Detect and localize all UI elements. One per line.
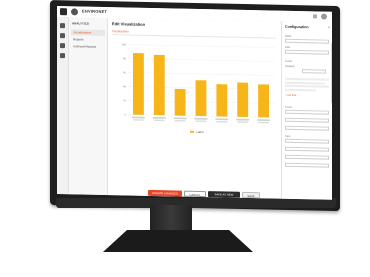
x-tick-label [215, 118, 229, 121]
bar-chart: 0 20 40 60 80 100 Label [116, 38, 278, 139]
x-tick-label-line2 [174, 119, 186, 122]
x-tick-label-line2 [195, 120, 207, 123]
bar[interactable] [216, 84, 228, 117]
bar[interactable] [133, 52, 144, 115]
y-axis-field[interactable] [285, 109, 329, 115]
bar[interactable] [258, 84, 269, 118]
home-icon[interactable] [60, 23, 65, 29]
configuration-panel: Configuration × Name Date X-Axis Categor… [281, 21, 332, 200]
y-tick-label: 0 [125, 112, 127, 116]
legend-label: Label [196, 129, 204, 135]
type-field[interactable] [285, 138, 329, 144]
x-tick-label [173, 117, 187, 120]
tab-visualization[interactable]: Visualization [112, 28, 129, 34]
bar[interactable] [153, 54, 165, 116]
category-field[interactable] [302, 69, 326, 74]
x-tick-label [236, 118, 250, 121]
save-as-new-button[interactable]: SAVE AS NEW [208, 191, 240, 198]
x-tick-label-line2 [153, 119, 165, 122]
field-label-name: Name [285, 34, 292, 38]
x-tick-label [152, 117, 166, 119]
bar[interactable] [174, 88, 186, 116]
config-title: Configuration [285, 24, 309, 30]
notifications-icon[interactable] [313, 14, 317, 19]
x-tick-label-line2 [237, 121, 249, 123]
type-field-2[interactable] [285, 146, 329, 152]
nav-item-archived-reports[interactable]: Archived Reports [71, 43, 105, 50]
user-icon[interactable] [60, 43, 65, 49]
settings-icon[interactable] [60, 53, 65, 59]
field-label-category: Category [285, 64, 295, 68]
tab-bar: Visualization [112, 28, 276, 39]
field-label-date: Date [285, 45, 291, 49]
y-axis-field-2[interactable] [285, 117, 329, 123]
monitor-screen: ENVIRONET ANALYTICS Visualizations Repor… [57, 6, 332, 200]
name-field[interactable] [285, 38, 329, 44]
main-panel: Edit Visualization Visualization 0 20 40 60… [108, 18, 280, 199]
extra-field[interactable] [285, 162, 329, 168]
x-tick-label [132, 116, 145, 119]
analytics-icon[interactable] [60, 33, 65, 39]
monitor-stand-base [103, 230, 253, 252]
type-field-3[interactable] [285, 154, 329, 160]
chart-legend: Label [116, 128, 278, 135]
gridline [128, 72, 274, 76]
legend-swatch [190, 130, 195, 134]
gridline [128, 58, 274, 62]
app-logo-icon [60, 8, 67, 16]
page-title: Edit Visualization [112, 21, 146, 27]
nav-item-reports[interactable]: Reports [71, 36, 105, 43]
y-tick-label: 80 [123, 56, 126, 60]
field-label-y-axis: Y-Axis [285, 105, 292, 109]
y-tick-label: 20 [123, 98, 126, 102]
y-tick-label: 40 [123, 84, 126, 88]
nav-header: ANALYTICS [72, 21, 89, 26]
config-description [285, 77, 329, 91]
cancel-button[interactable]: CANCEL [184, 190, 206, 198]
brand-icon [71, 8, 78, 16]
y-tick-label: 100 [122, 42, 127, 46]
app-brand: ENVIRONET [82, 8, 108, 15]
add-field-link[interactable]: + Add field [285, 94, 296, 97]
update-changes-button[interactable]: UPDATE CHANGES [148, 189, 182, 197]
y-axis-field-3[interactable] [285, 125, 329, 131]
x-tick-label-line2 [133, 119, 144, 121]
date-field[interactable] [285, 49, 329, 55]
config-scrollbar[interactable] [330, 42, 332, 103]
close-icon[interactable]: × [328, 25, 330, 30]
chart-plot: 0 20 40 60 80 100 [122, 42, 274, 124]
section-nav: ANALYTICS Visualizations Reports Archive… [69, 17, 108, 196]
save-button[interactable]: SAVE [242, 191, 260, 199]
x-tick-label [257, 119, 270, 122]
field-label-x-axis: X-Axis [285, 59, 292, 63]
monitor-bottom-edge [56, 198, 336, 208]
y-tick-label: 60 [123, 70, 126, 74]
x-tick-label [194, 117, 208, 120]
nav-item-visualizations[interactable]: Visualizations [71, 29, 105, 37]
gridline [128, 44, 274, 48]
icon-rail [57, 17, 69, 195]
bar[interactable] [195, 80, 207, 117]
x-tick-label-line2 [258, 121, 269, 124]
bar[interactable] [237, 82, 249, 118]
x-tick-label-line2 [216, 120, 228, 123]
field-label-type: Type [285, 134, 291, 138]
user-avatar[interactable] [321, 13, 327, 20]
